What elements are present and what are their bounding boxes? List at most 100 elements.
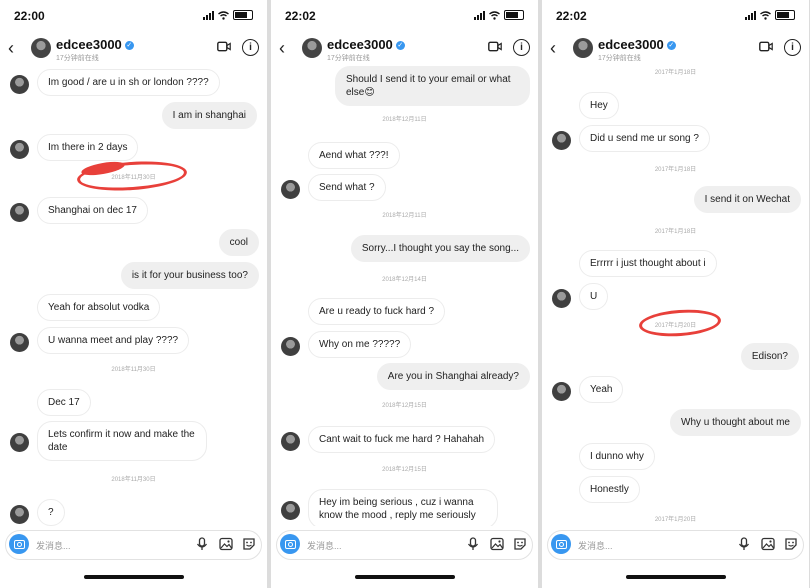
sender-avatar[interactable] xyxy=(10,140,29,159)
sender-avatar[interactable] xyxy=(10,75,29,94)
message-timestamp: 2017年1月18日 xyxy=(654,70,697,76)
video-call-icon[interactable] xyxy=(217,41,231,52)
gallery-icon[interactable] xyxy=(761,537,775,551)
chat-screen: 22:02 ‹ edcee3000 ✓ 17分钟前在线 i Should I se… xyxy=(271,0,538,588)
chat-screen: 22:02 ‹ edcee3000 ✓ 17分钟前在线 i 2017年1月18日 H… xyxy=(542,0,809,588)
red-annotation-circle xyxy=(76,158,188,194)
sender-avatar[interactable] xyxy=(10,333,29,352)
sent-message-bubble[interactable]: Why u thought about me xyxy=(670,409,801,436)
sent-message-bubble[interactable]: Edison? xyxy=(740,343,799,370)
battery-icon xyxy=(775,10,795,20)
message-list[interactable]: Im good / are u in sh or london ???? I am… xyxy=(0,64,267,526)
verified-badge-icon: ✓ xyxy=(666,41,676,51)
sent-message-bubble[interactable]: Sorry...I thought you say the song... xyxy=(350,235,530,262)
received-message-bubble[interactable]: Aend what ???! xyxy=(308,142,400,169)
sender-avatar[interactable] xyxy=(552,289,571,308)
wifi-icon xyxy=(760,10,771,20)
contact-avatar[interactable] xyxy=(573,38,593,58)
sender-avatar[interactable] xyxy=(281,180,300,199)
chat-header: ‹ edcee3000 ✓ 17分钟前在线 i xyxy=(271,32,538,68)
status-icons xyxy=(745,10,795,20)
verified-badge-icon: ✓ xyxy=(395,41,405,51)
contact-name-text: edcee3000 xyxy=(56,37,122,52)
message-input[interactable]: 发消息... xyxy=(578,539,613,552)
received-message-bubble[interactable]: U wanna meet and play ???? xyxy=(37,327,190,354)
contact-name[interactable]: edcee3000 ✓ xyxy=(598,37,676,52)
received-message-bubble[interactable]: I dunno why xyxy=(579,443,655,470)
info-icon[interactable]: i xyxy=(784,39,801,56)
sender-avatar[interactable] xyxy=(281,432,300,451)
contact-avatar[interactable] xyxy=(302,38,322,58)
wifi-icon xyxy=(489,10,500,20)
video-call-icon[interactable] xyxy=(488,41,502,52)
received-message-bubble[interactable]: Yeah for absolut vodka xyxy=(37,294,161,321)
received-message-bubble[interactable]: Shanghai on dec 17 xyxy=(37,197,148,224)
received-message-bubble[interactable]: Errrrr i just thought about i xyxy=(579,250,717,277)
received-message-bubble[interactable]: Yeah xyxy=(579,376,624,403)
red-annotation-circle xyxy=(638,307,722,339)
received-message-bubble[interactable]: Im there in 2 days xyxy=(37,134,139,161)
contact-name[interactable]: edcee3000 ✓ xyxy=(56,37,134,52)
status-time: 22:00 xyxy=(14,9,45,23)
sent-message-bubble[interactable]: cool xyxy=(218,229,259,256)
microphone-icon[interactable] xyxy=(737,537,751,551)
message-timestamp: 2018年12月11日 xyxy=(382,213,427,219)
microphone-icon[interactable] xyxy=(466,537,480,551)
sent-message-bubble[interactable]: I am in shanghai xyxy=(161,102,257,129)
sender-avatar[interactable] xyxy=(552,131,571,150)
received-message-bubble[interactable]: Did u send me ur song ? xyxy=(579,125,710,152)
home-indicator xyxy=(625,575,726,579)
message-composer[interactable]: 发消息... xyxy=(276,530,533,560)
sender-avatar[interactable] xyxy=(281,501,300,520)
gallery-icon[interactable] xyxy=(490,537,504,551)
sent-message-bubble[interactable]: I send it on Wechat xyxy=(693,186,801,213)
sender-avatar[interactable] xyxy=(552,382,571,401)
back-arrow-icon[interactable]: ‹ xyxy=(8,38,14,59)
camera-icon[interactable] xyxy=(280,534,300,554)
sticker-icon[interactable] xyxy=(242,537,256,551)
sender-avatar[interactable] xyxy=(10,433,29,452)
sent-message-bubble[interactable]: is it for your business too? xyxy=(120,262,259,289)
received-message-bubble[interactable]: Dec 17 xyxy=(37,389,91,416)
back-arrow-icon[interactable]: ‹ xyxy=(279,38,285,59)
message-timestamp: 2017年1月20日 xyxy=(654,517,697,523)
contact-name[interactable]: edcee3000 ✓ xyxy=(327,37,405,52)
sent-message-bubble[interactable]: Are you in Shanghai already? xyxy=(376,363,530,390)
message-composer[interactable]: 发消息... xyxy=(547,530,804,560)
contact-avatar[interactable] xyxy=(31,38,51,58)
camera-icon[interactable] xyxy=(9,534,29,554)
received-message-bubble[interactable]: Are u ready to fuck hard ? xyxy=(308,298,446,325)
back-arrow-icon[interactable]: ‹ xyxy=(550,38,556,59)
camera-icon[interactable] xyxy=(551,534,571,554)
message-list[interactable]: 2017年1月18日 Hey Did u send me ur song ? 2017… xyxy=(542,64,809,526)
message-composer[interactable]: 发消息... xyxy=(5,530,262,560)
message-timestamp: 2018年12月14日 xyxy=(382,277,427,283)
message-input[interactable]: 发消息... xyxy=(307,539,342,552)
sender-avatar[interactable] xyxy=(10,505,29,524)
sticker-icon[interactable] xyxy=(513,537,527,551)
received-message-bubble[interactable]: ? xyxy=(37,499,65,526)
message-timestamp: 2018年12月15日 xyxy=(382,403,427,409)
sticker-icon[interactable] xyxy=(784,537,798,551)
video-call-icon[interactable] xyxy=(759,41,773,52)
microphone-icon[interactable] xyxy=(195,537,209,551)
sender-avatar[interactable] xyxy=(281,337,300,356)
received-message-bubble[interactable]: Cant wait to fuck me hard ? Hahahah xyxy=(308,426,496,453)
sent-message-bubble[interactable]: Should I send it to your email or what e… xyxy=(335,66,530,106)
wifi-icon xyxy=(218,10,229,20)
received-message-bubble[interactable]: Send what ? xyxy=(308,174,386,201)
gallery-icon[interactable] xyxy=(219,537,233,551)
received-message-bubble[interactable]: Lets confirm it now and make the date xyxy=(37,421,207,461)
sender-avatar[interactable] xyxy=(10,203,29,222)
message-input[interactable]: 发消息... xyxy=(36,539,71,552)
received-message-bubble[interactable]: Honestly xyxy=(579,476,640,503)
info-icon[interactable]: i xyxy=(513,39,530,56)
info-icon[interactable]: i xyxy=(242,39,259,56)
received-message-bubble[interactable]: Hey xyxy=(579,92,619,119)
received-message-bubble[interactable]: U xyxy=(579,283,609,310)
received-message-bubble[interactable]: Why on me ????? xyxy=(308,331,412,358)
received-message-bubble[interactable]: Im good / are u in sh or london ???? xyxy=(37,69,220,96)
received-message-bubble[interactable]: Hey im being serious , cuz i wanna know … xyxy=(308,489,498,526)
message-list[interactable]: Should I send it to your email or what e… xyxy=(271,64,538,526)
chat-header: ‹ edcee3000 ✓ 17分钟前在线 i xyxy=(0,32,267,68)
